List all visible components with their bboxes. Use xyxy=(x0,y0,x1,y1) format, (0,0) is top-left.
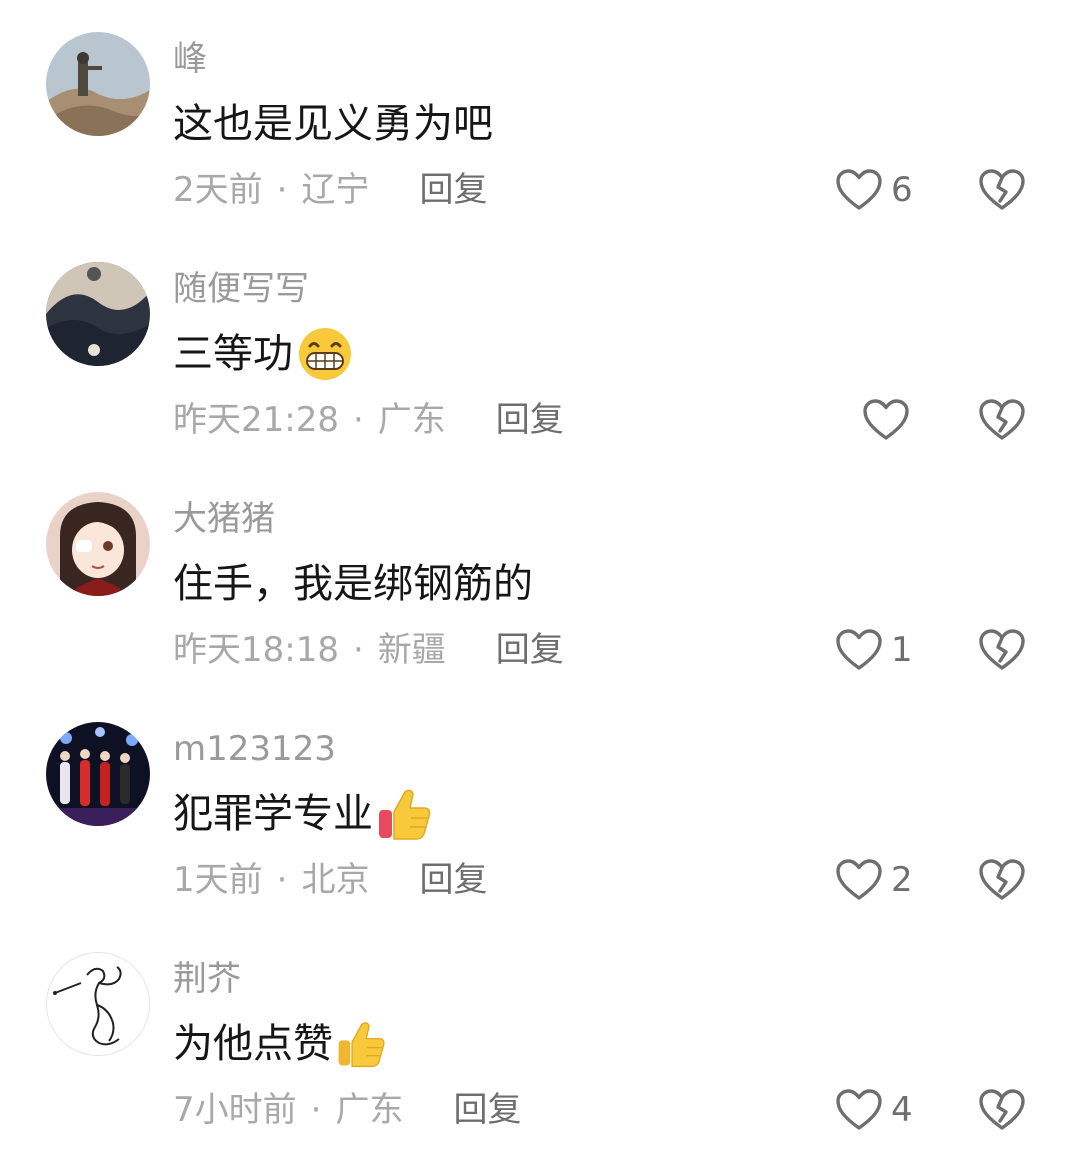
comment-meta: 昨天21:28 · 广东 回复 xyxy=(173,396,564,444)
comment-text: 这也是见义勇为吧 xyxy=(173,101,493,147)
comment-item: 随便写写 三等功 昨天21:28 · 广东 回复 xyxy=(0,230,1080,460)
comment-location: 辽宁 xyxy=(301,170,370,210)
broken-heart-icon xyxy=(978,168,1026,212)
reply-button[interactable]: 回复 xyxy=(419,166,487,214)
comment-item: 峰 这也是见义勇为吧 2天前 · 辽宁 回复 6 xyxy=(0,0,1080,230)
like-count: 2 xyxy=(891,860,913,900)
meta-separator: · xyxy=(310,1090,322,1130)
dislike-button[interactable] xyxy=(976,396,1028,444)
avatar[interactable] xyxy=(46,262,150,366)
reply-button[interactable]: 回复 xyxy=(453,1086,521,1134)
broken-heart-icon xyxy=(978,628,1026,672)
comment-meta: 昨天18:18 · 新疆 回复 xyxy=(173,626,564,674)
comment-location: 新疆 xyxy=(377,630,446,670)
like-button[interactable]: 2 xyxy=(835,856,913,904)
meta-separator: · xyxy=(352,630,364,670)
thumbs-up-emoji xyxy=(335,1018,387,1070)
comment-meta: 2天前 · 辽宁 回复 xyxy=(173,166,487,214)
username[interactable]: 大猪猪 xyxy=(173,498,275,540)
dislike-button[interactable] xyxy=(976,626,1028,674)
like-count: 4 xyxy=(891,1090,913,1130)
like-count: 1 xyxy=(891,630,913,670)
comment-text: 为他点赞 xyxy=(173,1021,333,1067)
reply-button[interactable]: 回复 xyxy=(496,396,564,444)
comment-body: 住手，我是绑钢筋的 xyxy=(173,556,533,612)
broken-heart-icon xyxy=(978,398,1026,442)
heart-outline-icon xyxy=(835,168,883,212)
comment-meta: 7小时前 · 广东 回复 xyxy=(173,1086,521,1134)
comment-item: 大猪猪 住手，我是绑钢筋的 昨天18:18 · 新疆 回复 1 xyxy=(0,460,1080,690)
comment-text: 三等功 xyxy=(173,331,293,377)
heart-outline-icon xyxy=(835,628,883,672)
comment-location: 广东 xyxy=(377,400,446,440)
avatar[interactable] xyxy=(46,32,150,136)
heart-outline-icon xyxy=(835,858,883,902)
broken-heart-icon xyxy=(978,858,1026,902)
comment-time: 1天前 xyxy=(173,860,263,900)
heart-outline-icon xyxy=(862,398,910,442)
comment-body: 犯罪学专业 xyxy=(173,786,433,842)
broken-heart-icon xyxy=(978,1088,1026,1132)
username[interactable]: m123123 xyxy=(173,728,336,770)
comment-list: 峰 这也是见义勇为吧 2天前 · 辽宁 回复 6 随便写写 三等功 昨天21:2… xyxy=(0,0,1080,1174)
comment-location: 广东 xyxy=(335,1090,404,1130)
comment-time: 昨天21:28 xyxy=(173,400,339,440)
username[interactable]: 随便写写 xyxy=(173,268,309,310)
comment-body: 这也是见义勇为吧 xyxy=(173,96,493,152)
comment-time: 2天前 xyxy=(173,170,263,210)
dislike-button[interactable] xyxy=(976,1086,1028,1134)
reply-button[interactable]: 回复 xyxy=(496,626,564,674)
thumbs-up-emoji xyxy=(375,786,433,842)
grinning-face-emoji xyxy=(295,326,355,382)
like-button[interactable]: 1 xyxy=(835,626,913,674)
avatar[interactable] xyxy=(46,492,150,596)
meta-separator: · xyxy=(352,400,364,440)
reply-button[interactable]: 回复 xyxy=(419,856,487,904)
comment-item: m123123 犯罪学专业 1天前 · 北京 回复 2 xyxy=(0,690,1080,920)
dislike-button[interactable] xyxy=(976,166,1028,214)
meta-separator: · xyxy=(276,170,288,210)
username[interactable]: 荆芥 xyxy=(173,958,241,1000)
like-button[interactable]: 6 xyxy=(835,166,913,214)
comment-body: 为他点赞 xyxy=(173,1016,387,1072)
avatar[interactable] xyxy=(46,952,150,1056)
comment-location: 北京 xyxy=(301,860,370,900)
comment-time: 昨天18:18 xyxy=(173,630,339,670)
comment-item: 荆芥 为他点赞 7小时前 · 广东 回复 4 xyxy=(0,920,1080,1150)
comment-time: 7小时前 xyxy=(173,1090,297,1130)
avatar[interactable] xyxy=(46,722,150,826)
username[interactable]: 峰 xyxy=(173,38,207,80)
comment-meta: 1天前 · 北京 回复 xyxy=(173,856,487,904)
comment-text: 犯罪学专业 xyxy=(173,791,373,837)
like-button[interactable] xyxy=(862,396,918,444)
dislike-button[interactable] xyxy=(976,856,1028,904)
heart-outline-icon xyxy=(835,1088,883,1132)
comment-body: 三等功 xyxy=(173,326,355,382)
meta-separator: · xyxy=(276,860,288,900)
like-button[interactable]: 4 xyxy=(835,1086,913,1134)
like-count: 6 xyxy=(891,170,913,210)
comment-text: 住手，我是绑钢筋的 xyxy=(173,561,533,607)
